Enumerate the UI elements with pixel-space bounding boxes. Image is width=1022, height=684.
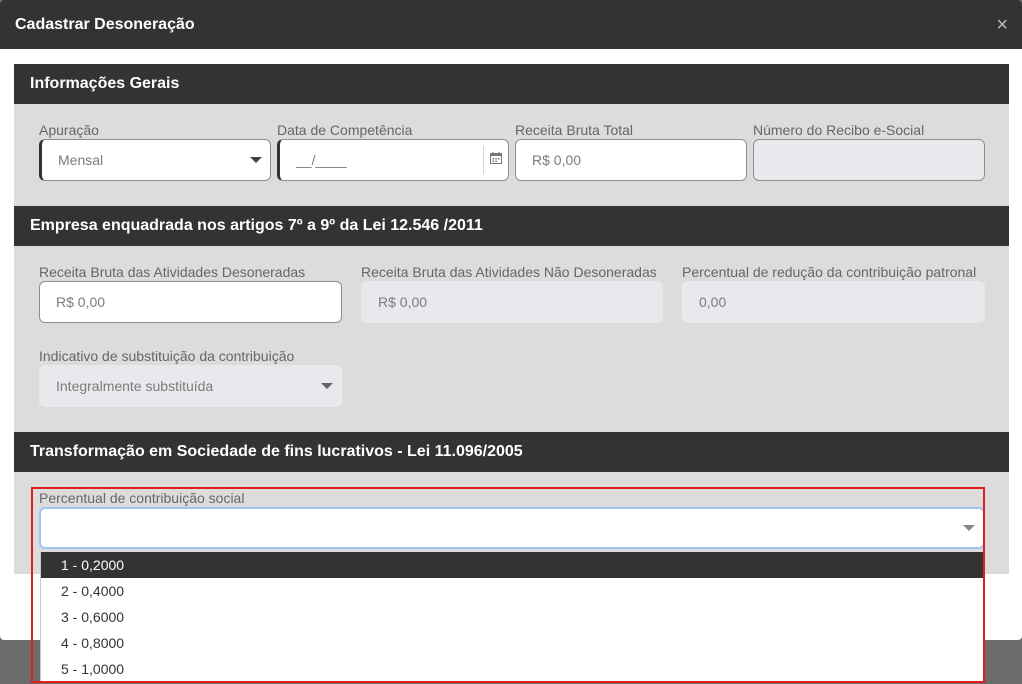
percentual-reducao-label: Percentual de redução da contribuição pa… (682, 264, 977, 280)
receita-desoneradas-value: R$ 0,00 (56, 294, 106, 310)
data-competencia-label: Data de Competência (277, 122, 413, 138)
percentual-reducao-value: 0,00 (699, 294, 727, 310)
numero-recibo-label: Número do Recibo e-Social (753, 122, 925, 138)
percentual-contribuicao-label: Percentual de contribuição social (39, 490, 245, 506)
section-header-informacoes-gerais: Informações Gerais (14, 64, 1009, 104)
dropdown-option[interactable]: 5 - 1,0000 (41, 656, 984, 682)
receita-bruta-total-input[interactable]: R$ 0,00 (515, 139, 747, 181)
data-competencia-input[interactable]: __/____ (277, 139, 509, 181)
data-competencia-value: __/____ (296, 152, 347, 168)
percentual-reducao-input[interactable]: 0,00 (682, 281, 985, 323)
indicativo-value: Integralmente substituída (56, 378, 214, 394)
dropdown-option[interactable]: 4 - 0,8000 (41, 630, 984, 656)
dropdown-option[interactable]: 1 - 0,2000 (41, 552, 984, 578)
dropdown-option[interactable]: 2 - 0,4000 (41, 578, 984, 604)
section-header-transformacao-sociedade: Transformação em Sociedade de fins lucra… (14, 432, 1009, 472)
indicativo-select[interactable]: Integralmente substituída (39, 365, 342, 407)
indicativo-label: Indicativo de substituição da contribuiç… (39, 348, 295, 364)
divider (483, 146, 484, 174)
receita-desoneradas-input[interactable]: R$ 0,00 (39, 281, 342, 323)
chevron-down-icon (963, 525, 975, 531)
chevron-down-icon (250, 157, 262, 163)
receita-bruta-total-label: Receita Bruta Total (515, 122, 634, 138)
percentual-contribuicao-dropdown: 1 - 0,2000 2 - 0,4000 3 - 0,6000 4 - 0,8… (40, 552, 985, 682)
cadastrar-desoneracao-modal: Cadastrar Desoneração × Informações Gera… (0, 0, 1022, 640)
modal-title: Cadastrar Desoneração (15, 15, 195, 33)
receita-desoneradas-label: Receita Bruta das Atividades Desoneradas (39, 264, 306, 280)
dropdown-option[interactable]: 3 - 0,6000 (41, 604, 984, 630)
receita-bruta-total-value: R$ 0,00 (532, 152, 582, 168)
section-title: Transformação em Sociedade de fins lucra… (30, 443, 523, 460)
section-header-empresa-enquadrada: Empresa enquadrada nos artigos 7º a 9º d… (14, 206, 1009, 246)
apuracao-label: Apuração (39, 122, 99, 138)
receita-nao-desoneradas-input[interactable]: R$ 0,00 (361, 281, 663, 323)
chevron-down-icon (321, 383, 333, 389)
percentual-contribuicao-select[interactable] (39, 507, 985, 549)
section-title: Informações Gerais (30, 75, 180, 92)
receita-nao-desoneradas-label: Receita Bruta das Atividades Não Desoner… (361, 264, 657, 280)
apuracao-value: Mensal (58, 152, 104, 168)
apuracao-select[interactable]: Mensal (39, 139, 271, 181)
calendar-icon[interactable] (490, 152, 502, 164)
modal-header: Cadastrar Desoneração × (0, 0, 1022, 49)
section-title: Empresa enquadrada nos artigos 7º a 9º d… (30, 217, 483, 234)
receita-nao-desoneradas-value: R$ 0,00 (378, 294, 428, 310)
numero-recibo-input[interactable] (753, 139, 985, 181)
close-icon[interactable]: × (996, 15, 1008, 35)
